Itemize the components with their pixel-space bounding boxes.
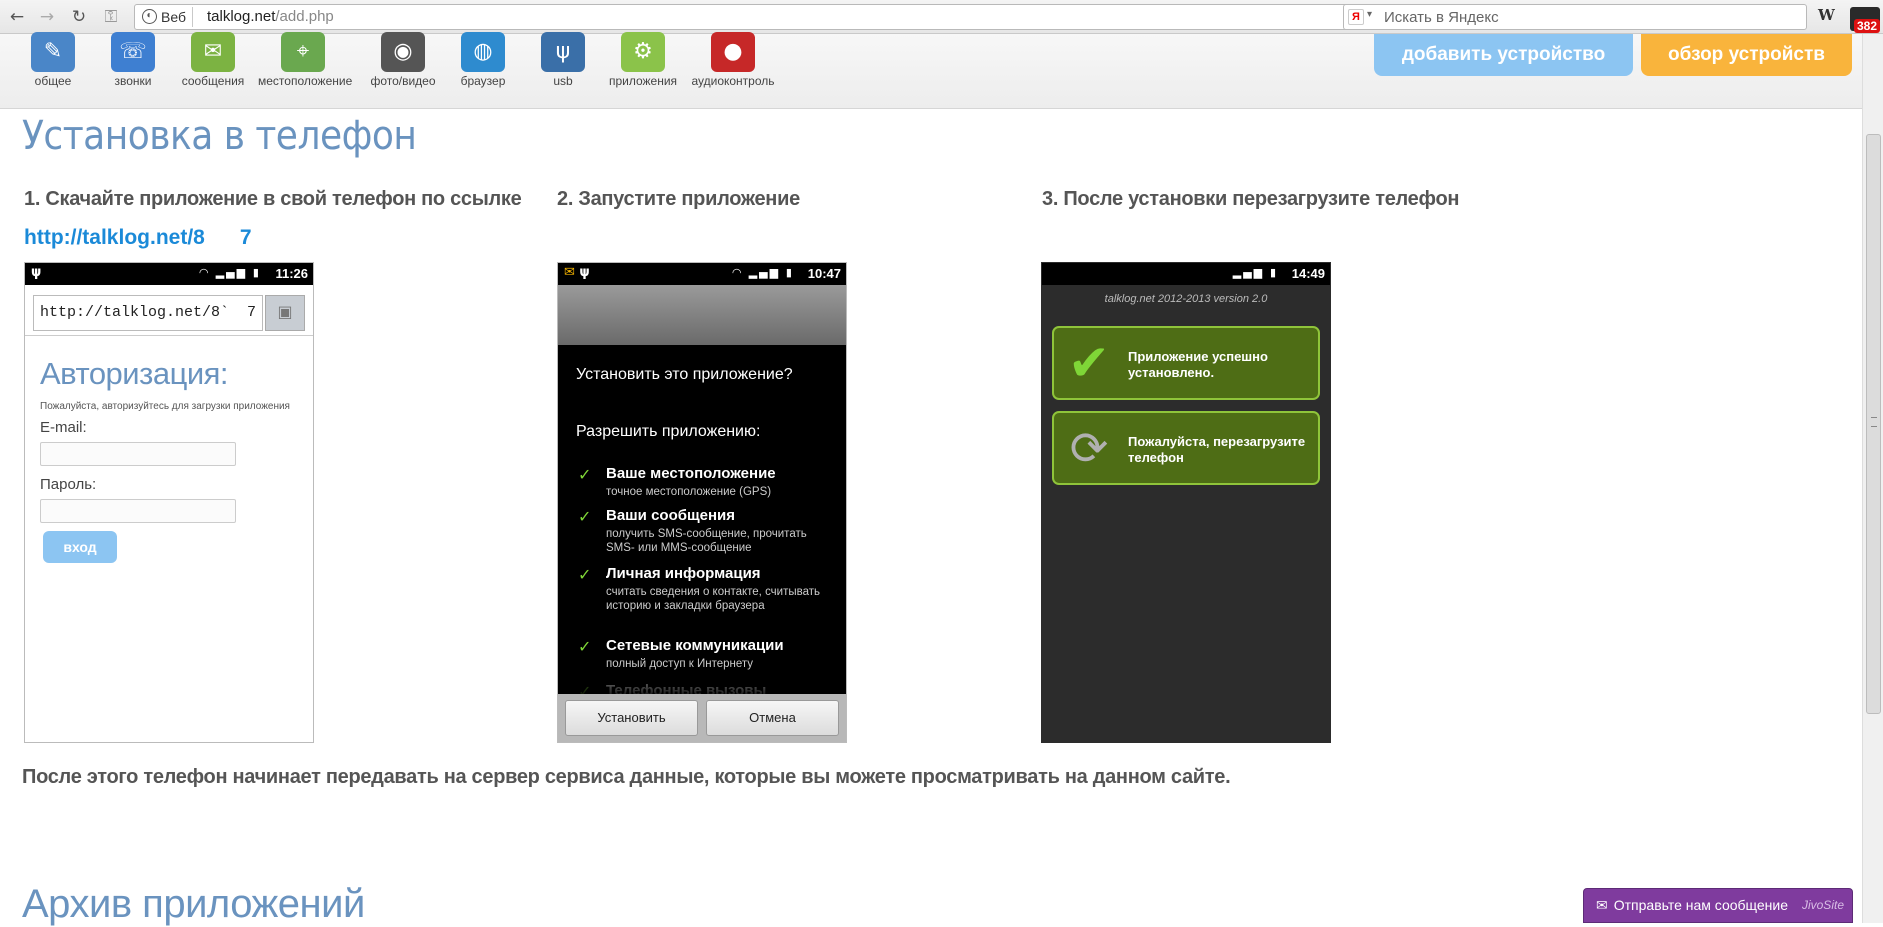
install-button: Установить [565,700,698,736]
phone-icon: ☏ [111,32,155,72]
phone-url-field: http://talklog.net/8` 7 [33,295,263,331]
signal-icons: ▂▄▆ ▮ [1232,266,1278,279]
url-text[interactable]: talklog.net/add.php [207,8,334,25]
login-heading: Авторизация: [40,356,229,391]
toolbar-item-label: общее [34,74,72,88]
message-icon: ✉ [191,32,235,72]
login-button: вход [43,531,117,563]
archive-heading: Архив приложений [22,882,365,926]
extension-mail-icon[interactable]: 382 [1850,7,1880,33]
permissions-header: Разрешить приложению: [576,423,761,440]
search-engine-chip[interactable]: ◐ Веб [139,7,193,27]
key-icon[interactable]: ⚿ [100,6,122,28]
globe-icon: ◍ [461,32,505,72]
password-field [40,499,236,523]
usb-icon: ψ [541,32,585,72]
toolbar-item-label: сообщения [181,74,245,88]
signal-icons: ◠ ▂▄▆ ▮ [732,266,794,279]
signal-icons: ◠ ▂▄▆ ▮ [199,266,261,279]
general-icon: ✎ [31,32,75,72]
check-icon: ✓ [578,565,592,584]
add-device-button[interactable]: добавить устройство [1374,34,1633,76]
success-card: ✔ Приложение успешно установлено. [1052,326,1320,400]
page-title: Установка в телефон [22,113,417,159]
toolbar-item-label: usb [553,74,573,88]
toolbar-item-label: браузер [460,74,506,88]
globe-icon: ◐ [142,9,157,24]
extension-w-icon[interactable]: W [1818,6,1840,28]
step-2-heading: 2. Запустите приложение [557,188,800,210]
mail-icon: ✉ ψ [564,265,590,280]
toolbar-item-label: местоположение [258,74,353,88]
browser-toolbar: ← → ↻ ⚿ ◐ Веб talklog.net/add.php ☆ Я ▾ … [0,0,1883,34]
footer-description: После этого телефон начинает передавать … [22,766,1231,788]
app-toolbar: ✎ общее ☏ звонки ✉ сообщения ⌖ местоположение ◉ ф… [0,32,1862,109]
microphone-icon: ● [711,32,755,72]
toolbar-item-label: фото/видео [370,74,436,88]
chevron-down-icon[interactable]: ▾ [1367,9,1372,20]
status-bar: ✉ ψ ◠ ▂▄▆ ▮ 10:47 [558,263,846,285]
overview-devices-button[interactable]: обзор устройств [1641,34,1852,76]
reboot-card: ⟳ Пожалуйста, перезагрузите телефон [1052,411,1320,485]
camera-icon: ◉ [381,32,425,72]
yandex-icon: Я [1348,9,1364,25]
phone-screenshot-install: ✉ ψ ◠ ▂▄▆ ▮ 10:47 Установить это приложе… [557,262,847,743]
install-buttons: Установить Отмена [558,694,846,742]
status-bar: ▂▄▆ ▮ 14:49 [1042,263,1330,285]
check-icon: ✓ [578,637,592,656]
chat-widget-button[interactable]: ✉ Отправьте нам сообщение JivoSite [1583,888,1853,923]
android-icon: ⚙ [621,32,665,72]
page-scrollbar[interactable] [1862,34,1883,923]
toolbar-item-label: звонки [114,74,152,88]
cancel-button: Отмена [706,700,839,736]
step-3-heading: 3. После установки перезагрузите телефон [1042,188,1460,210]
phone-screenshot-success: ▂▄▆ ▮ 14:49 talklog.net 2012-2013 versio… [1041,262,1331,743]
forward-icon[interactable]: → [36,6,58,28]
check-icon: ✓ [578,465,592,484]
install-header [558,285,846,345]
email-field [40,442,236,466]
map-icon: ⌖ [281,32,325,72]
back-icon[interactable]: ← [6,6,28,28]
phone-screenshot-login: ψ ◠ ▂▄▆ ▮ 11:26 http://talklog.net/8` 7 … [24,262,314,743]
email-label: E-mail: [40,419,87,436]
bookmark-icon: ▣ [265,295,305,331]
search-input[interactable]: Я ▾ Искать в Яндекс [1343,4,1807,30]
app-version: talklog.net 2012-2013 version 2.0 [1104,293,1268,305]
badge-count: 382 [1853,19,1880,33]
refresh-icon: ⟳ [1069,421,1109,475]
toolbar-item-label: аудиоконтроль [691,74,775,88]
password-label: Пароль: [40,476,97,493]
reload-icon[interactable]: ↻ [68,6,90,28]
address-bar[interactable]: ◐ Веб talklog.net/add.php ☆ [134,4,1367,30]
install-question: Установить это приложение? [576,366,793,383]
jivo-brand: JivoSite [1801,898,1844,912]
check-icon: ✓ [578,507,592,526]
step-1-heading: 1. Скачайте приложение в свой телефон по… [24,188,522,210]
usb-icon: ψ [31,265,42,280]
login-subtitle: Пожалуйста, авторизуйтесь для загрузки п… [40,401,290,412]
checkmark-icon: ✔ [1068,334,1110,392]
status-bar: ψ ◠ ▂▄▆ ▮ 11:26 [25,263,313,285]
toolbar-item-label: приложения [608,74,678,88]
scroll-thumb[interactable] [1866,134,1881,714]
download-link[interactable]: http://talklog.net/8 7 [24,226,252,250]
envelope-icon: ✉ [1596,898,1608,914]
